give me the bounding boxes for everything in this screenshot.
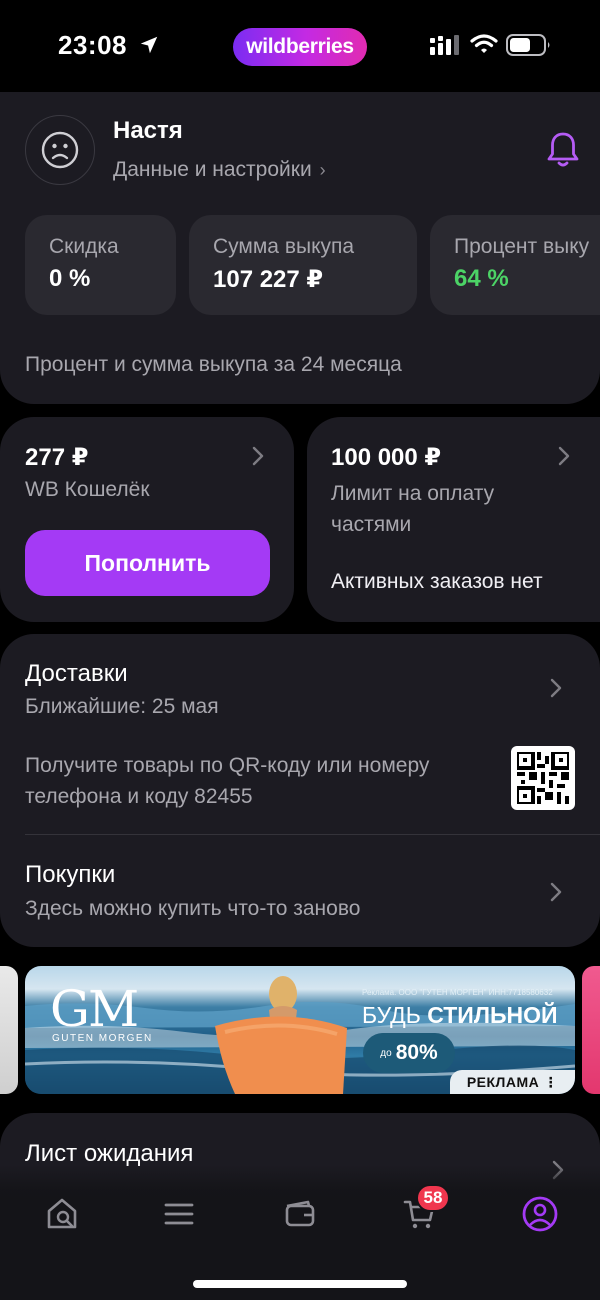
banner-headline-bold: СТИЛЬНОЙ bbox=[427, 1002, 558, 1028]
chevron-right-icon bbox=[252, 446, 264, 466]
avatar[interactable] bbox=[25, 115, 95, 185]
stat-label: Процент выку bbox=[454, 235, 590, 258]
location-arrow-icon bbox=[140, 36, 158, 54]
tab-catalog[interactable] bbox=[157, 1192, 201, 1236]
chevron-right-icon[interactable] bbox=[548, 880, 564, 904]
settings-link[interactable]: Данные и настройки › bbox=[113, 158, 326, 182]
discount-prefix: до bbox=[380, 1047, 392, 1059]
qr-code-icon[interactable] bbox=[511, 746, 575, 810]
discount-value: 80% bbox=[395, 1041, 438, 1064]
stat-purchase-sum[interactable]: Сумма выкупа 107 227 ₽ bbox=[189, 215, 417, 315]
wallet-label: WB Кошелёк bbox=[25, 478, 150, 501]
wallet-amount: 277 ₽ bbox=[25, 444, 89, 471]
ad-label-button[interactable]: РЕКЛАМА ⋮ bbox=[450, 1070, 575, 1094]
tab-profile[interactable] bbox=[518, 1192, 562, 1236]
purchases-subtitle: Здесь можно купить что-то заново bbox=[25, 897, 361, 920]
chevron-right-icon: › bbox=[319, 160, 326, 180]
banner-legal-text: Реклама. ООО "ГУТЕН МОРГЕН" ИНН:77185806… bbox=[362, 988, 553, 997]
home-search-icon bbox=[47, 1198, 77, 1229]
status-time: 23:08 bbox=[58, 30, 127, 60]
banner-next-peek[interactable] bbox=[582, 966, 600, 1094]
user-sad-icon bbox=[41, 131, 79, 169]
wifi-icon bbox=[470, 34, 498, 53]
topup-button[interactable]: Пополнить bbox=[25, 530, 270, 596]
installments-status: Активных заказов нет bbox=[331, 570, 543, 593]
home-indicator[interactable] bbox=[193, 1280, 407, 1288]
brand-logo: wildberries bbox=[233, 28, 367, 66]
banner-brand-logo: GM bbox=[50, 980, 139, 1038]
stat-label: Скидка bbox=[49, 235, 119, 258]
stat-discount[interactable]: Скидка 0 % bbox=[25, 215, 176, 315]
bell-icon[interactable] bbox=[546, 130, 580, 170]
banner-prev-peek[interactable] bbox=[0, 966, 18, 1094]
stat-value: 0 % bbox=[49, 265, 91, 292]
profile-icon bbox=[522, 1196, 558, 1232]
stat-purchase-percent[interactable]: Процент выку 64 % bbox=[430, 215, 600, 315]
waitlist-title: Лист ожидания bbox=[25, 1140, 194, 1167]
banner-discount-badge: до 80% bbox=[363, 1033, 455, 1073]
banner-headline: БУДЬ СТИЛЬНОЙ bbox=[362, 1002, 558, 1029]
chevron-right-icon[interactable] bbox=[548, 676, 564, 700]
signal-icon bbox=[430, 35, 459, 55]
period-note: Процент и сумма выкупа за 24 месяца bbox=[25, 353, 402, 376]
stat-value: 107 227 ₽ bbox=[213, 266, 324, 293]
deliveries-title[interactable]: Доставки bbox=[25, 660, 128, 688]
user-name: Настя bbox=[113, 117, 183, 144]
battery-icon bbox=[506, 34, 550, 56]
tab-wallet[interactable] bbox=[278, 1192, 322, 1236]
divider bbox=[25, 834, 600, 835]
banner-headline-prefix: БУДЬ bbox=[362, 1002, 421, 1028]
chevron-right-icon bbox=[558, 446, 570, 466]
wallet-icon bbox=[285, 1200, 315, 1227]
stat-value: 64 % bbox=[454, 265, 509, 292]
settings-link-label: Данные и настройки bbox=[113, 158, 312, 181]
catalog-menu-icon bbox=[164, 1203, 194, 1225]
purchases-title[interactable]: Покупки bbox=[25, 861, 115, 889]
deliveries-info: Получите товары по QR-коду или номеру те… bbox=[25, 754, 430, 808]
cart-count-badge: 58 bbox=[416, 1184, 450, 1212]
deliveries-subtitle: Ближайшие: 25 мая bbox=[25, 695, 219, 718]
tab-home[interactable] bbox=[40, 1192, 84, 1236]
installments-label: Лимит на оплату частями bbox=[331, 482, 495, 536]
stat-label: Сумма выкупа bbox=[213, 235, 355, 258]
installments-amount: 100 000 ₽ bbox=[331, 444, 442, 471]
banner-brand-name: GUTEN MORGEN bbox=[52, 1033, 153, 1044]
